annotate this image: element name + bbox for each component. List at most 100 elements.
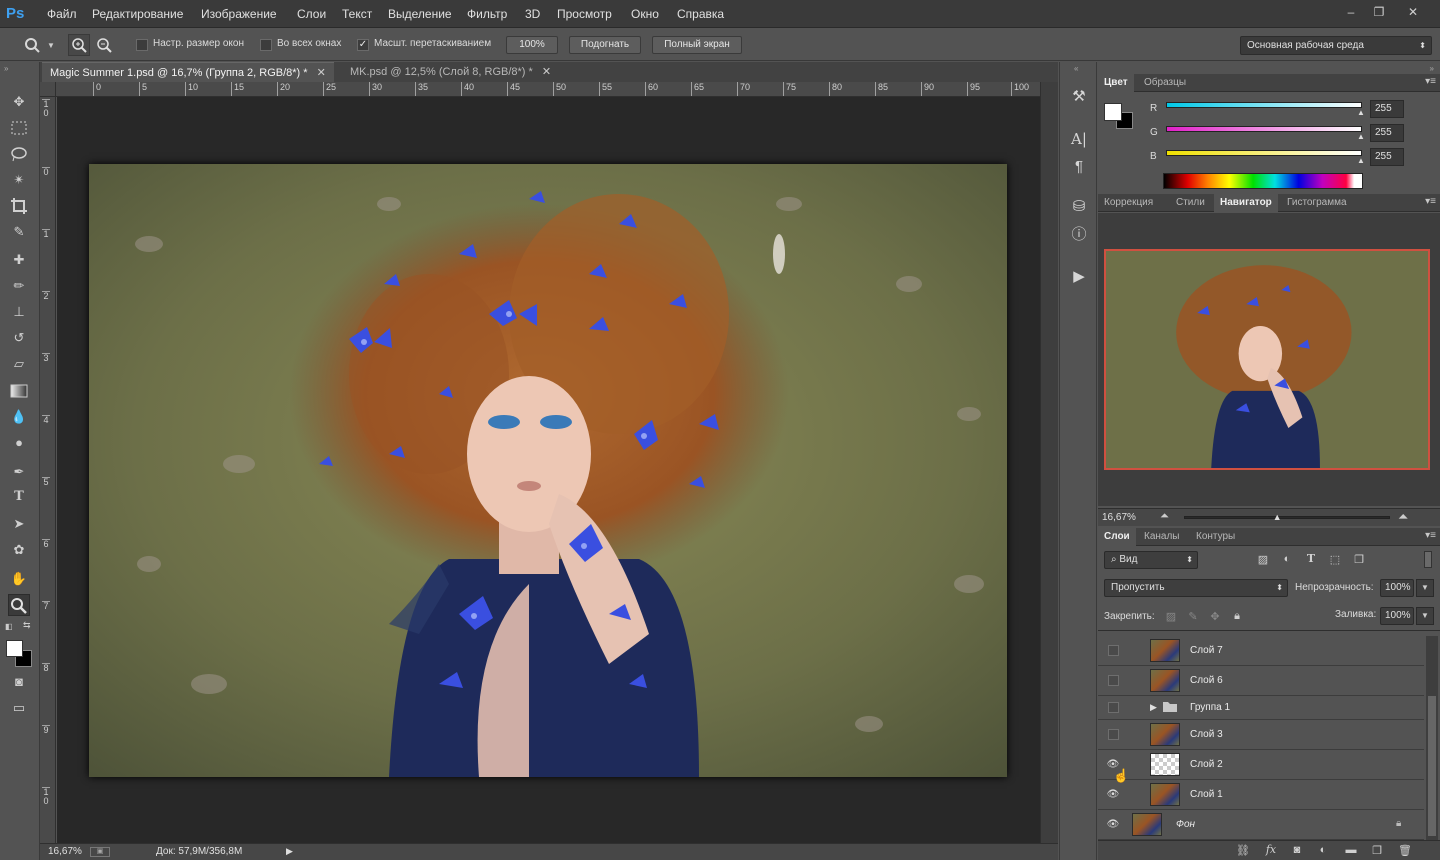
zoom-out-icon[interactable] bbox=[94, 35, 114, 55]
info-panel-icon[interactable]: ⓘ bbox=[1068, 224, 1090, 246]
path-selection-tool-icon[interactable]: ➤ bbox=[8, 513, 30, 535]
layer-name[interactable]: Слой 6 bbox=[1190, 666, 1223, 696]
status-preview-icon[interactable]: ▣ bbox=[90, 847, 110, 857]
shape-tool-icon[interactable]: ✿ bbox=[8, 539, 30, 561]
document-image[interactable] bbox=[89, 164, 1007, 777]
navigator-zoom-value[interactable]: 16,67% bbox=[1102, 512, 1136, 523]
tool-presets-icon[interactable]: ⚒ bbox=[1068, 86, 1090, 108]
type-tool-icon[interactable]: T bbox=[8, 486, 30, 508]
eraser-tool-icon[interactable]: ▱ bbox=[8, 353, 30, 375]
menu-edit[interactable]: Редактирование bbox=[92, 0, 183, 28]
healing-brush-tool-icon[interactable]: ✚ bbox=[8, 249, 30, 271]
foreground-color-swatch[interactable] bbox=[1104, 103, 1122, 121]
zoom-in-icon[interactable] bbox=[68, 34, 90, 56]
slider-handle-icon[interactable]: ▲ bbox=[1357, 108, 1365, 117]
canvas-area[interactable] bbox=[57, 97, 1040, 843]
scrollbar-thumb[interactable] bbox=[1428, 696, 1436, 836]
collapse-arrows-icon[interactable]: » bbox=[4, 64, 8, 73]
slider-handle-icon[interactable]: ▲ bbox=[1273, 512, 1282, 522]
menu-select[interactable]: Выделение bbox=[388, 0, 452, 28]
filter-toggle[interactable] bbox=[1424, 551, 1432, 568]
clone-stamp-tool-icon[interactable]: ⊥ bbox=[8, 301, 30, 323]
visibility-toggle[interactable] bbox=[1108, 645, 1119, 656]
move-tool-icon[interactable]: ✥ bbox=[8, 91, 30, 113]
restore-button[interactable]: ❐ bbox=[1366, 3, 1392, 21]
lock-transparent-icon[interactable]: ▨ bbox=[1164, 610, 1178, 623]
vertical-scrollbar[interactable] bbox=[1040, 82, 1058, 843]
tab-color[interactable]: Цвет bbox=[1098, 74, 1134, 92]
tab-adjustments[interactable]: Коррекция bbox=[1098, 194, 1159, 212]
zoom-in-mountain-icon[interactable]: ⏶ bbox=[1398, 509, 1408, 525]
zoom-tool-icon[interactable] bbox=[8, 594, 30, 616]
menu-3d[interactable]: 3D bbox=[525, 0, 540, 28]
menu-type[interactable]: Текст bbox=[342, 0, 372, 28]
link-layers-icon[interactable]: ⛓ bbox=[1236, 844, 1250, 857]
workspace-select[interactable]: Основная рабочая среда ⬍ bbox=[1240, 36, 1432, 55]
eye-icon[interactable]: 👁︎ bbox=[1106, 818, 1120, 832]
brush-tool-icon[interactable]: ✏ bbox=[8, 275, 30, 297]
status-menu-arrow-icon[interactable]: ▶ bbox=[286, 846, 293, 857]
horizontal-ruler[interactable]: 0 5 10 15 20 25 30 35 40 45 50 55 60 65 … bbox=[56, 82, 1040, 97]
eyedropper-tool-icon[interactable]: ✎ bbox=[8, 221, 30, 243]
dodge-tool-icon[interactable]: ● bbox=[8, 432, 30, 454]
vertical-ruler[interactable]: 1 0 0 1 2 3 4 5 6 7 8 9 1 0 bbox=[40, 97, 56, 843]
filter-shape-icon[interactable]: ⬚ bbox=[1328, 553, 1342, 566]
menu-filter[interactable]: Фильтр bbox=[467, 0, 507, 28]
close-tab-icon[interactable]: ✕ bbox=[542, 66, 551, 78]
tab-navigator[interactable]: Навигатор bbox=[1214, 194, 1278, 212]
layer-filter-select[interactable]: ⌕ Вид ⬍ bbox=[1104, 551, 1198, 569]
menu-help[interactable]: Справка bbox=[677, 0, 724, 28]
background-layer-row[interactable]: 👁︎ Фон 🔒︎ bbox=[1098, 810, 1424, 840]
new-layer-icon[interactable]: ❐ bbox=[1370, 844, 1384, 857]
blue-value[interactable]: 255 bbox=[1370, 148, 1404, 166]
swap-colors-icon[interactable]: ⇆ bbox=[23, 620, 31, 631]
layer-row[interactable]: 👁︎ Слой 2 ☝ bbox=[1098, 750, 1424, 783]
tab-layers[interactable]: Слои bbox=[1098, 528, 1136, 546]
chevron-down-icon[interactable]: ▼ bbox=[1416, 579, 1434, 597]
blend-mode-select[interactable]: Пропустить ⬍ bbox=[1104, 579, 1288, 597]
collapse-arrows-icon[interactable]: « bbox=[1074, 64, 1078, 73]
green-slider[interactable] bbox=[1166, 126, 1362, 132]
menu-image[interactable]: Изображение bbox=[201, 0, 277, 28]
history-brush-tool-icon[interactable]: ↺ bbox=[8, 327, 30, 349]
layer-name[interactable]: Слой 2 bbox=[1190, 750, 1223, 780]
zoom-tool-preset-icon[interactable] bbox=[22, 36, 42, 54]
fit-screen-button[interactable]: Подогнать bbox=[569, 36, 641, 54]
menu-layers[interactable]: Слои bbox=[297, 0, 326, 28]
layer-group-row[interactable]: ▶ Группа 1 bbox=[1098, 696, 1424, 720]
lock-position-icon[interactable]: ✥ bbox=[1208, 610, 1222, 623]
tab-swatches[interactable]: Образцы bbox=[1138, 74, 1192, 92]
layer-name[interactable]: Фон bbox=[1176, 810, 1195, 840]
status-zoom[interactable]: 16,67% bbox=[48, 846, 82, 857]
crop-tool-icon[interactable] bbox=[8, 195, 30, 217]
pen-tool-icon[interactable]: ✒ bbox=[8, 461, 30, 483]
foreground-color-swatch[interactable] bbox=[6, 640, 23, 657]
magic-wand-tool-icon[interactable]: ✴ bbox=[8, 169, 30, 191]
layer-row[interactable]: Слой 6 bbox=[1098, 666, 1424, 696]
minimize-button[interactable]: – bbox=[1338, 3, 1364, 21]
navigator-preview[interactable] bbox=[1104, 249, 1430, 470]
menu-window[interactable]: Окно bbox=[631, 0, 659, 28]
layer-row[interactable]: Слой 3 bbox=[1098, 720, 1424, 750]
collapse-arrows-icon[interactable]: » bbox=[1430, 64, 1434, 73]
fill-input[interactable]: 100% bbox=[1380, 607, 1414, 625]
hand-tool-icon[interactable]: ✋ bbox=[8, 568, 30, 590]
ruler-origin[interactable] bbox=[40, 82, 56, 97]
layer-name[interactable]: Группа 1 bbox=[1190, 696, 1230, 720]
layer-name[interactable]: Слой 7 bbox=[1190, 636, 1223, 666]
tab-magic-summer[interactable]: Magic Summer 1.psd @ 16,7% (Группа 2, RG… bbox=[42, 62, 334, 82]
resize-windows-checkbox[interactable] bbox=[136, 39, 148, 51]
actions-panel-icon[interactable]: ▶ bbox=[1068, 266, 1090, 288]
zoom-out-mountain-icon[interactable]: ⏶ bbox=[1160, 510, 1169, 523]
default-colors-icon[interactable]: ◧ bbox=[5, 622, 13, 631]
panel-menu-icon[interactable]: ▾≡ bbox=[1425, 530, 1436, 541]
scrubby-zoom-checkbox[interactable]: ✓ bbox=[357, 39, 369, 51]
color-spectrum-ramp[interactable] bbox=[1163, 173, 1363, 189]
filter-pixel-icon[interactable]: ▨ bbox=[1256, 553, 1270, 566]
layer-row[interactable]: Слой 7 bbox=[1098, 636, 1424, 666]
visibility-toggle[interactable] bbox=[1108, 702, 1119, 713]
green-value[interactable]: 255 bbox=[1370, 124, 1404, 142]
layer-name[interactable]: Слой 3 bbox=[1190, 720, 1223, 750]
character-panel-icon[interactable]: A| bbox=[1068, 128, 1090, 150]
lock-all-icon[interactable]: 🔒︎ bbox=[1230, 610, 1244, 623]
